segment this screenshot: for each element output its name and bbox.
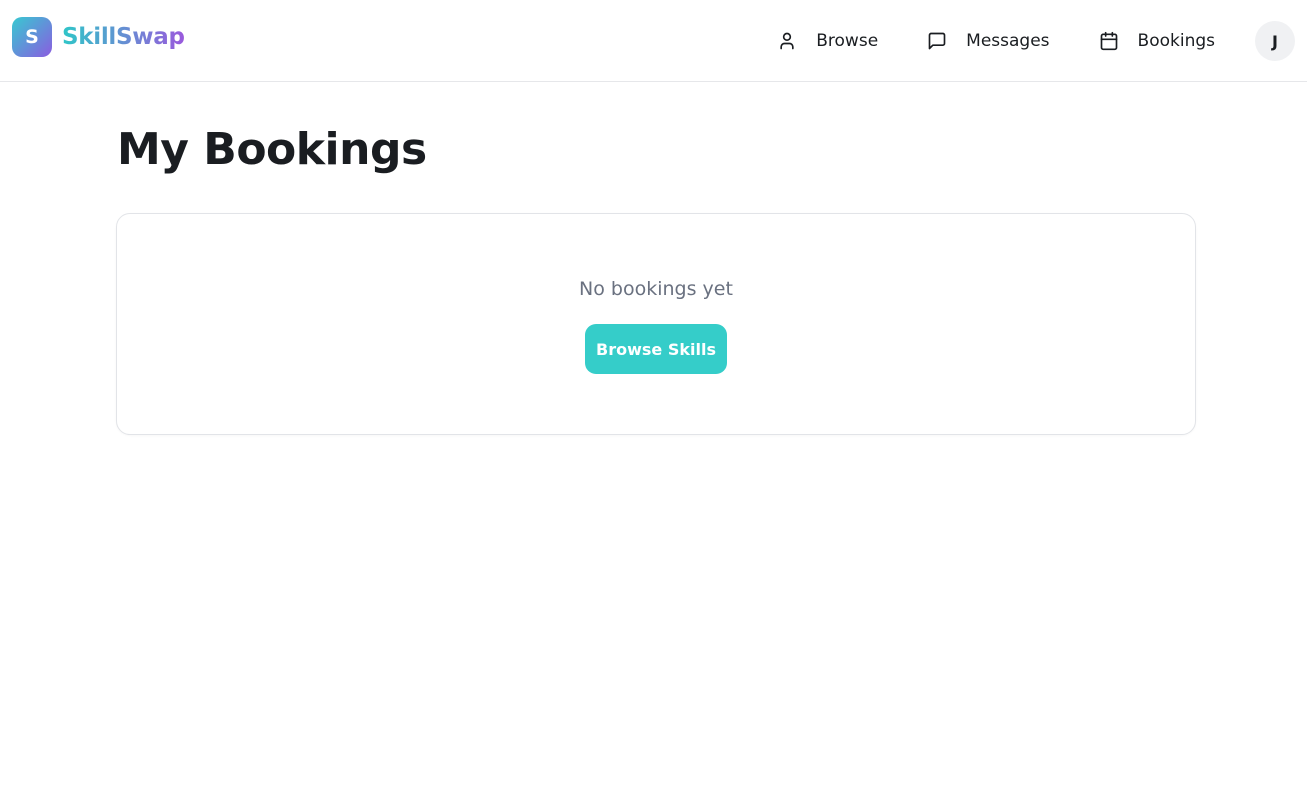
user-avatar[interactable]: J [1255, 21, 1295, 61]
calendar-icon [1099, 31, 1119, 51]
nav-bookings-link[interactable]: Bookings [1099, 21, 1215, 61]
message-square-icon [927, 31, 947, 51]
brand-logo: S [12, 17, 52, 57]
main-nav: Browse Messages Bookings J [777, 0, 1307, 82]
browse-skills-button[interactable]: Browse Skills [585, 324, 727, 374]
user-icon [777, 31, 797, 51]
nav-browse-link[interactable]: Browse [777, 21, 878, 61]
page-title: My Bookings [117, 124, 427, 175]
brand-name: SkillSwap [62, 24, 185, 50]
nav-browse-label: Browse [816, 31, 879, 51]
bookings-empty-card: No bookings yet Browse Skills [116, 213, 1196, 435]
empty-state-message: No bookings yet [579, 278, 733, 300]
brand-logo-letter: S [25, 26, 39, 48]
top-navbar: S SkillSwap Browse Messages Bookings J [0, 0, 1307, 82]
avatar-initial: J [1272, 31, 1278, 51]
nav-messages-link[interactable]: Messages [927, 21, 1050, 61]
brand-home-link[interactable]: S SkillSwap [12, 17, 185, 57]
nav-bookings-label: Bookings [1137, 31, 1215, 51]
nav-messages-label: Messages [966, 31, 1050, 51]
